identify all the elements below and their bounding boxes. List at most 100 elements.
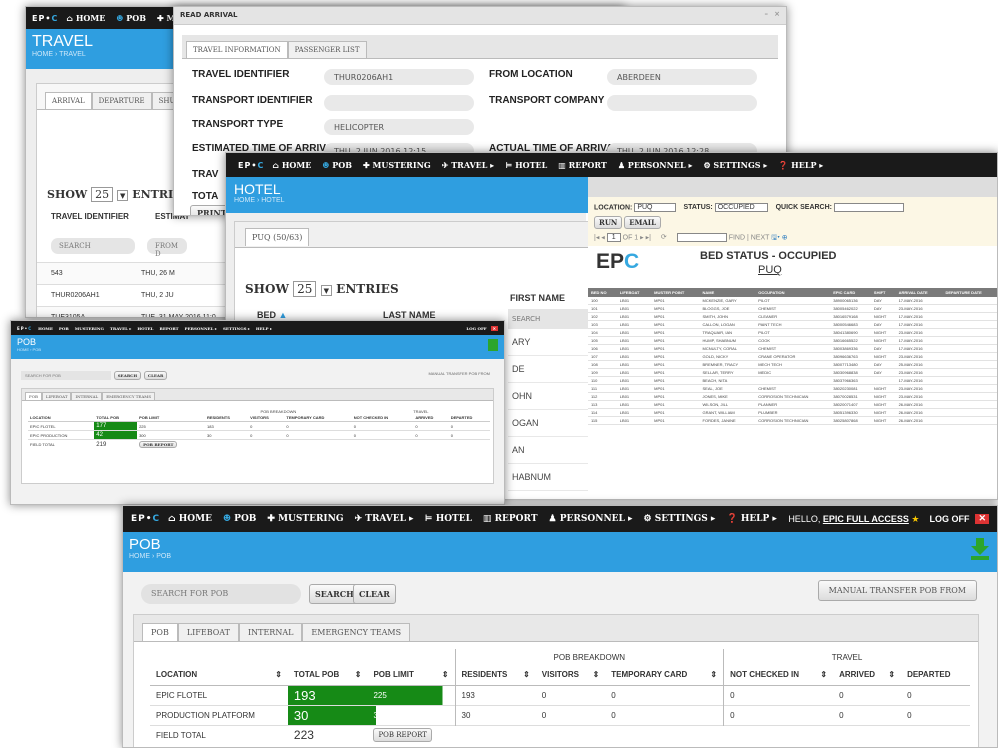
list-item[interactable]: ARY xyxy=(508,329,588,356)
table-row[interactable]: 115 LB01 MP01 FORDES, JANINE CORROSION TECHN… xyxy=(588,416,997,426)
nav-personnel[interactable]: ♟ PERSONNEL ▸ xyxy=(549,514,633,524)
tab-pob[interactable]: POB xyxy=(25,392,42,400)
nav-report[interactable]: REPORT xyxy=(160,326,179,331)
clear-button[interactable]: CLEAR xyxy=(143,371,168,380)
nav-home[interactable]: ⌂ HOME xyxy=(66,13,105,23)
report-col-header[interactable]: NAME xyxy=(699,288,756,298)
col-travel-identifier[interactable]: TRAVEL IDENTIFIER xyxy=(51,212,129,221)
tab-emergency-teams[interactable]: EMERGENCY TEAMS xyxy=(102,392,156,400)
list-item[interactable]: OGAN xyxy=(508,410,588,437)
first-page-icon[interactable]: |◂ xyxy=(594,234,599,241)
table-row[interactable]: 103 LB01 MP01 CALLON, LOGAN PAINT TECH 380005… xyxy=(588,320,997,330)
nav-help[interactable]: ❓ HELP ▸ xyxy=(726,514,776,524)
table-row[interactable]: 114 LB01 MP01 GRANT, WILLIAM PLUMBER 38051396… xyxy=(588,408,997,418)
tab-travel-information[interactable]: TRAVEL INFORMATION xyxy=(186,41,288,58)
close-icon[interactable]: × xyxy=(774,10,780,18)
pob-col-header[interactable]: TEMPORARY CARD ⇕ xyxy=(605,665,723,685)
col-last-name[interactable]: LAST NAME xyxy=(383,310,436,320)
manual-transfer-button[interactable]: MANUAL TRANSFER POB FROM xyxy=(817,580,977,601)
pob-col-header[interactable]: POB LIMIT xyxy=(137,414,205,422)
nav-settings[interactable]: SETTINGS ▸ xyxy=(223,326,250,331)
clear-button[interactable]: CLEAR xyxy=(353,584,396,604)
nav-help[interactable]: HELP ▸ xyxy=(256,326,272,331)
report-col-header[interactable]: LIFEBOAT xyxy=(616,288,652,298)
refresh-icon[interactable]: ⟳ xyxy=(661,234,667,241)
prev-page-icon[interactable]: ◂ xyxy=(601,234,605,241)
tab-lifeboat[interactable]: LIFEBOAT xyxy=(41,392,72,400)
nav-pob[interactable]: ☻ POB xyxy=(116,13,146,23)
table-row[interactable]: EPIC FLOTEL 177 225 183 0 0 0 0 0 xyxy=(28,421,490,431)
first-name-search[interactable]: SEARCH xyxy=(508,309,588,329)
pob-report-button[interactable]: POB REPORT xyxy=(139,441,178,448)
next-page-icon[interactable]: ▸ xyxy=(640,234,644,241)
table-row[interactable]: 111 LB01 MP01 SEAL, JOE CHEMIST 38020230081 NI… xyxy=(588,384,997,394)
table-row[interactable]: 106 LB01 MP01 MCNULTY, CORAL CHEMIST 38003869… xyxy=(588,344,997,354)
table-row[interactable]: 107 LB01 MP01 GOLD, NICKY CRANE OPERATOR 3809… xyxy=(588,352,997,362)
nav-travel[interactable]: ✈ TRAVEL ▸ xyxy=(442,160,494,170)
list-item[interactable]: AN xyxy=(508,437,588,464)
list-item[interactable]: ORAL xyxy=(508,491,588,499)
pob-col-header[interactable]: TOTAL POB ⇕ xyxy=(288,665,368,685)
nav-travel[interactable]: TRAVEL ▸ xyxy=(110,326,131,331)
pob-col-header[interactable]: ARRIVED ⇕ xyxy=(833,665,901,685)
pob-col-header[interactable]: DEPARTED xyxy=(449,414,490,422)
entries-select[interactable]: 25 xyxy=(91,187,114,202)
tab-internal[interactable]: INTERNAL xyxy=(238,623,303,641)
page-input[interactable]: 1 xyxy=(606,233,621,243)
tab-arrival[interactable]: ARRIVAL xyxy=(45,92,92,109)
last-page-icon[interactable]: ▸| xyxy=(646,234,651,241)
tab-pob[interactable]: POB xyxy=(142,623,178,641)
pob-col-header[interactable]: LOCATION xyxy=(28,414,94,422)
report-col-header[interactable]: BED NO xyxy=(588,288,617,298)
nav-travel[interactable]: ✈ TRAVEL ▸ xyxy=(355,514,414,524)
nav-hotel[interactable]: ⊨ HOTEL xyxy=(425,514,472,524)
tab-emergency-teams[interactable]: EMERGENCY TEAMS xyxy=(302,623,411,641)
table-row[interactable]: 110 LB01 MP01 BEACH, NITA 38037966363 17-MAY-… xyxy=(588,376,997,386)
table-row[interactable]: 105 LB01 MP01 HUMP, SHABNUM COOK 38016665522 N… xyxy=(588,336,997,346)
pob-col-header[interactable]: POB LIMIT ⇕ xyxy=(367,665,455,685)
nav-pob[interactable]: ☻ POB xyxy=(322,160,352,170)
col-first-name[interactable]: FIRST NAME xyxy=(508,293,588,303)
nav-settings[interactable]: ⚙ SETTINGS ▸ xyxy=(644,514,716,524)
nav-mustering[interactable]: ✚ MUSTERING xyxy=(267,514,343,524)
search-input[interactable]: SEARCH FOR POB xyxy=(141,584,301,604)
nav-pob[interactable]: POB xyxy=(59,326,69,331)
table-row[interactable]: 108 LB01 MP01 BREMNER, TRACY MECH TECH 380077… xyxy=(588,360,997,370)
pob-col-header[interactable]: RESIDENTS ⇕ xyxy=(454,665,536,685)
report-col-header[interactable]: DEPARTURE DATE xyxy=(942,288,997,298)
pob-col-header[interactable]: TEMPORARY CARD xyxy=(284,414,351,422)
help-circle-icon[interactable]: ⊕ xyxy=(782,234,788,241)
nav-help[interactable]: ❓ HELP ▸ xyxy=(778,160,823,170)
logoff-link[interactable]: LOG OFF xyxy=(466,326,486,331)
table-row[interactable]: 101 LB01 MP01 BLOGGS, JOE CHEMIST 38005462022… xyxy=(588,304,997,314)
minimize-icon[interactable]: – xyxy=(765,10,769,18)
tab-departure[interactable]: DEPARTURE xyxy=(91,92,152,109)
quick-search-input[interactable] xyxy=(833,203,904,212)
report-col-header[interactable]: SHIFT xyxy=(870,288,896,298)
pob-col-header[interactable]: TOTAL POB xyxy=(94,414,137,422)
table-row[interactable]: EPIC PRODUCTION 42 300 30 0 0 0 0 0 xyxy=(28,430,490,440)
search-input[interactable]: SEARCH xyxy=(51,238,135,254)
run-button[interactable]: RUN xyxy=(594,216,623,229)
pob-col-header[interactable]: LOCATION ⇕ xyxy=(150,665,288,685)
table-row[interactable]: 109 LB01 MP01 SELLAR, TERRY MEDIC 38030968838… xyxy=(588,368,997,378)
pob-col-header[interactable]: RESIDENTS xyxy=(205,414,248,422)
nav-personnel[interactable]: PERSONNEL ▸ xyxy=(185,326,217,331)
nav-hotel[interactable]: ⊨ HOTEL xyxy=(505,160,547,170)
table-row[interactable]: 100 LB01 MP01 MCKENZIE, GARY PILOT 3890006513… xyxy=(588,297,997,306)
pob-col-header[interactable]: VISITORS xyxy=(248,414,284,422)
table-row[interactable]: 104 LB01 MP01 TRAQUAIR, IAN PILOT 38041380690… xyxy=(588,328,997,338)
from-date-input[interactable]: FROM D xyxy=(147,238,187,258)
nav-hotel[interactable]: HOTEL xyxy=(137,326,153,331)
pob-col-header[interactable]: VISITORS ⇕ xyxy=(536,665,605,685)
nav-mustering[interactable]: MUSTERING xyxy=(75,326,104,331)
tab-lifeboat[interactable]: LIFEBOAT xyxy=(177,623,239,641)
nav-pob[interactable]: ☻ POB xyxy=(223,514,256,524)
tab-internal[interactable]: INTERNAL xyxy=(71,392,103,400)
manual-transfer-button[interactable]: MANUAL TRANSFER POB FROM xyxy=(428,371,490,376)
export-icon[interactable]: 🖫▾ xyxy=(771,234,780,241)
pob-col-header[interactable]: DEPARTED xyxy=(901,665,970,685)
entries-select[interactable]: 25 xyxy=(293,281,317,297)
download-icon[interactable] xyxy=(971,538,989,560)
search-input[interactable]: SEARCH FOR POB xyxy=(21,371,111,380)
